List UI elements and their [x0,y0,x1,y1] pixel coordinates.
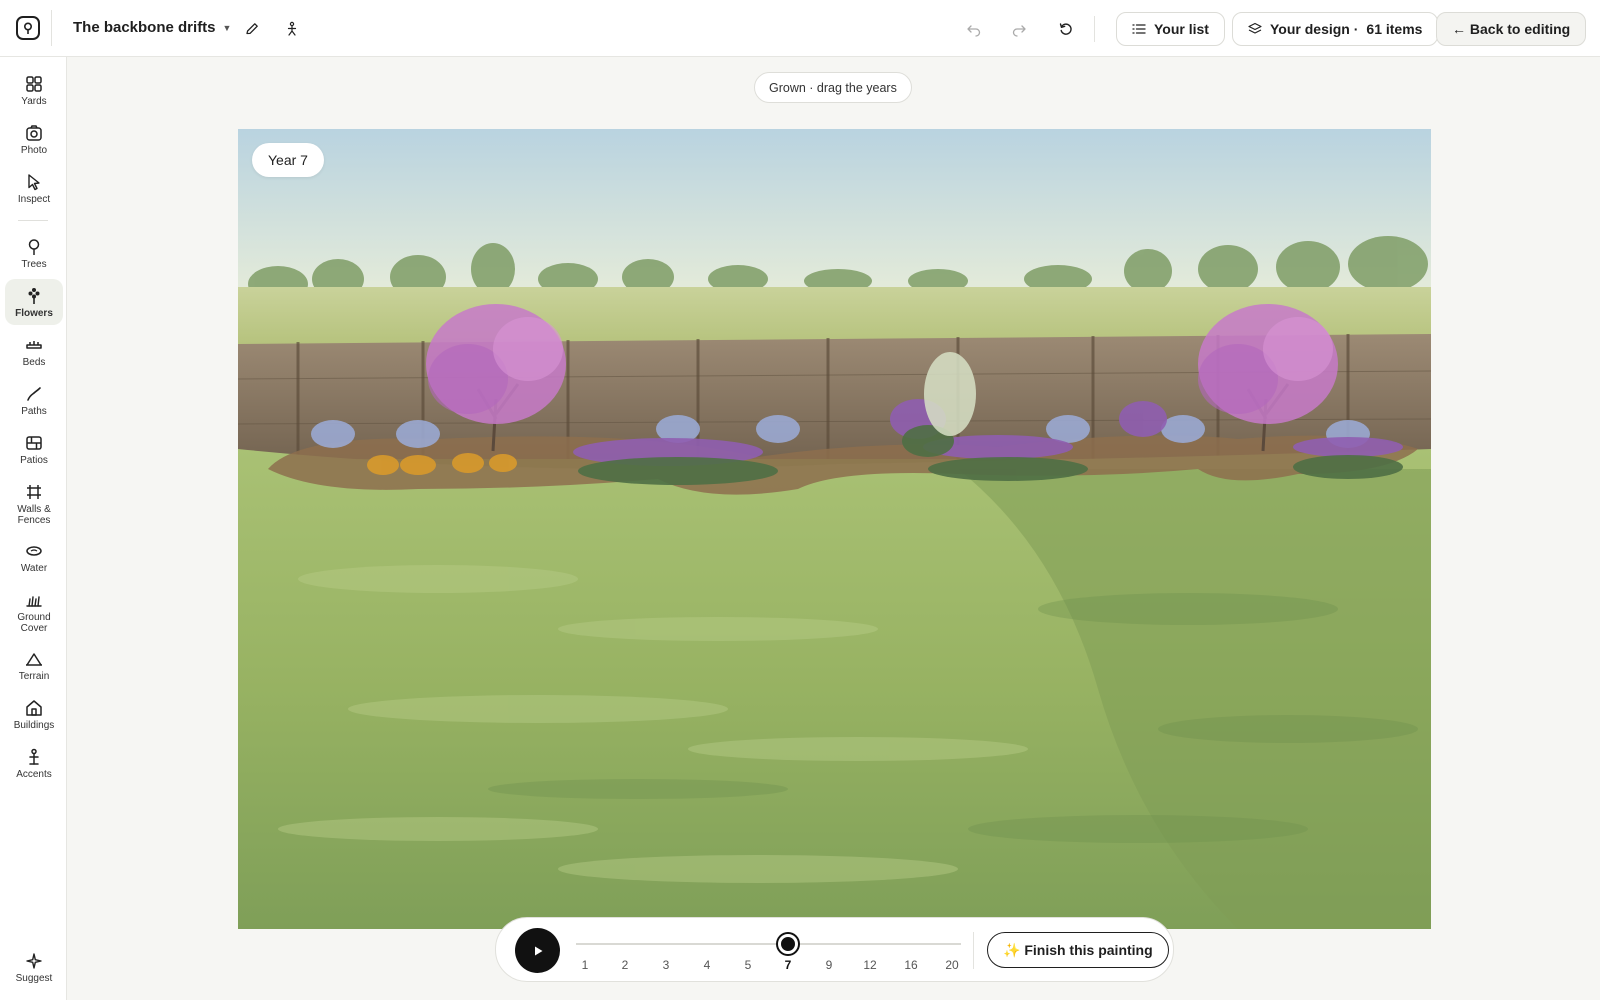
house-icon [26,700,42,716]
sidebar-item-label: Photo [20,145,48,156]
divider [51,10,52,46]
sidebar-item-beds[interactable]: Beds [5,328,63,374]
sidebar-item-label: Inspect [17,194,51,205]
reset-icon[interactable] [1051,14,1081,44]
sidebar-item-label: Paths [21,406,47,417]
sparkle-icon [26,953,42,969]
divider [1094,16,1095,42]
design-item-count: 61 items [1366,21,1423,37]
sidebar-item-patios[interactable]: Patios [5,426,63,472]
sidebar-item-yards[interactable]: Yards [5,67,63,113]
year-tick-selected[interactable]: 7 [776,958,800,972]
sidebar-item-label: Beds [22,357,46,368]
sidebar-item-accents[interactable]: Accents [5,740,63,786]
sidebar-item-label: Flowers [15,308,53,319]
year-tick[interactable]: 5 [736,958,760,972]
sidebar-item-photo[interactable]: Photo [5,116,63,162]
tool-sidebar: Yards Photo Inspect Trees Flowers Beds P… [0,57,67,1000]
mode-chip: Grown · drag the years [754,72,912,103]
garden-watercolor-image [238,129,1431,929]
year-tick[interactable]: 1 [573,958,597,972]
sidebar-item-flowers[interactable]: Flowers [5,279,63,325]
year-tick[interactable]: 12 [858,958,882,972]
camera-icon [26,125,42,141]
sidebar-item-inspect[interactable]: Inspect [5,165,63,211]
sidebar-item-label: Yards [21,96,47,107]
sidebar-item-label: Water [20,563,48,574]
finish-painting-button[interactable]: ✨ Finish this painting [987,932,1169,968]
sidebar-item-label: Accents [16,769,52,780]
redo-icon[interactable] [1004,14,1034,44]
water-icon [26,546,42,556]
mode-chip-label: Grown · drag the years [769,80,897,95]
rename-pencil-icon[interactable] [237,14,267,44]
year-tick[interactable]: 3 [654,958,678,972]
suggest-label: Suggest [15,973,53,984]
flower-icon [28,288,40,304]
sidebar-item-label: Walls & Fences [17,504,51,526]
fence-icon [27,485,41,499]
sidebar-item-water[interactable]: Water [5,534,63,580]
sidebar-item-label: Trees [21,259,47,270]
year-tick[interactable]: 2 [613,958,637,972]
project-title-dropdown[interactable]: The backbone drifts ▼ [73,19,231,36]
play-button[interactable] [515,928,560,973]
sidebar-item-terrain[interactable]: Terrain [5,642,63,688]
year-badge: Year 7 [252,143,324,177]
year-slider-thumb[interactable] [778,934,798,954]
finish-painting-label: ✨ Finish this painting [1003,941,1153,958]
bed-icon [26,341,42,349]
layers-icon [1248,22,1262,34]
cursor-icon [28,174,40,191]
divider [973,932,974,969]
divider [18,220,48,221]
sidebar-item-label: Terrain [18,671,50,682]
ground-cover-icon [26,596,42,607]
path-icon [27,387,41,401]
project-title: The backbone drifts [73,19,216,36]
undo-icon[interactable] [959,14,989,44]
year-badge-label: Year 7 [268,152,308,168]
year-tick[interactable]: 9 [817,958,841,972]
list-icon [1132,24,1146,34]
patio-icon [26,436,42,450]
your-list-label: Your list [1154,21,1209,37]
sidebar-item-label: Ground Cover [17,612,51,634]
garden-painting-canvas[interactable] [238,129,1431,929]
your-design-button[interactable]: Your design · 61 items [1232,12,1439,46]
sidebar-item-trees[interactable]: Trees [5,230,63,276]
back-to-editing-label: ← Back to editing [1452,21,1571,37]
year-tick[interactable]: 20 [940,958,964,972]
accent-icon [29,748,39,765]
growth-timeline: 1 2 3 4 5 7 9 12 16 20 ✨ Finish this pai… [495,917,1174,982]
sidebar-item-label: Buildings [13,720,55,731]
grid-icon [26,76,42,92]
year-tick[interactable]: 16 [899,958,923,972]
sidebar-item-paths[interactable]: Paths [5,377,63,423]
terrain-icon [26,653,42,666]
sidebar-item-buildings[interactable]: Buildings [5,691,63,737]
year-tick[interactable]: 4 [695,958,719,972]
app-logo-icon[interactable] [16,16,40,40]
tree-icon [28,239,40,255]
sidebar-item-label: Patios [20,455,48,466]
year-slider-track[interactable] [576,943,961,945]
sidebar-item-walls-fences[interactable]: Walls & Fences [5,475,63,531]
your-list-button[interactable]: Your list [1116,12,1225,46]
sidebar-item-ground-cover[interactable]: Ground Cover [5,583,63,639]
play-icon [534,946,542,955]
caret-down-icon: ▼ [222,22,232,33]
your-design-label: Your design · [1270,21,1359,37]
walk-through-person-icon[interactable] [277,14,307,44]
back-to-editing-button[interactable]: ← Back to editing [1436,12,1587,46]
suggest-button[interactable]: Suggest [5,944,63,990]
top-bar: The backbone drifts ▼ Your list Your des… [0,0,1600,57]
